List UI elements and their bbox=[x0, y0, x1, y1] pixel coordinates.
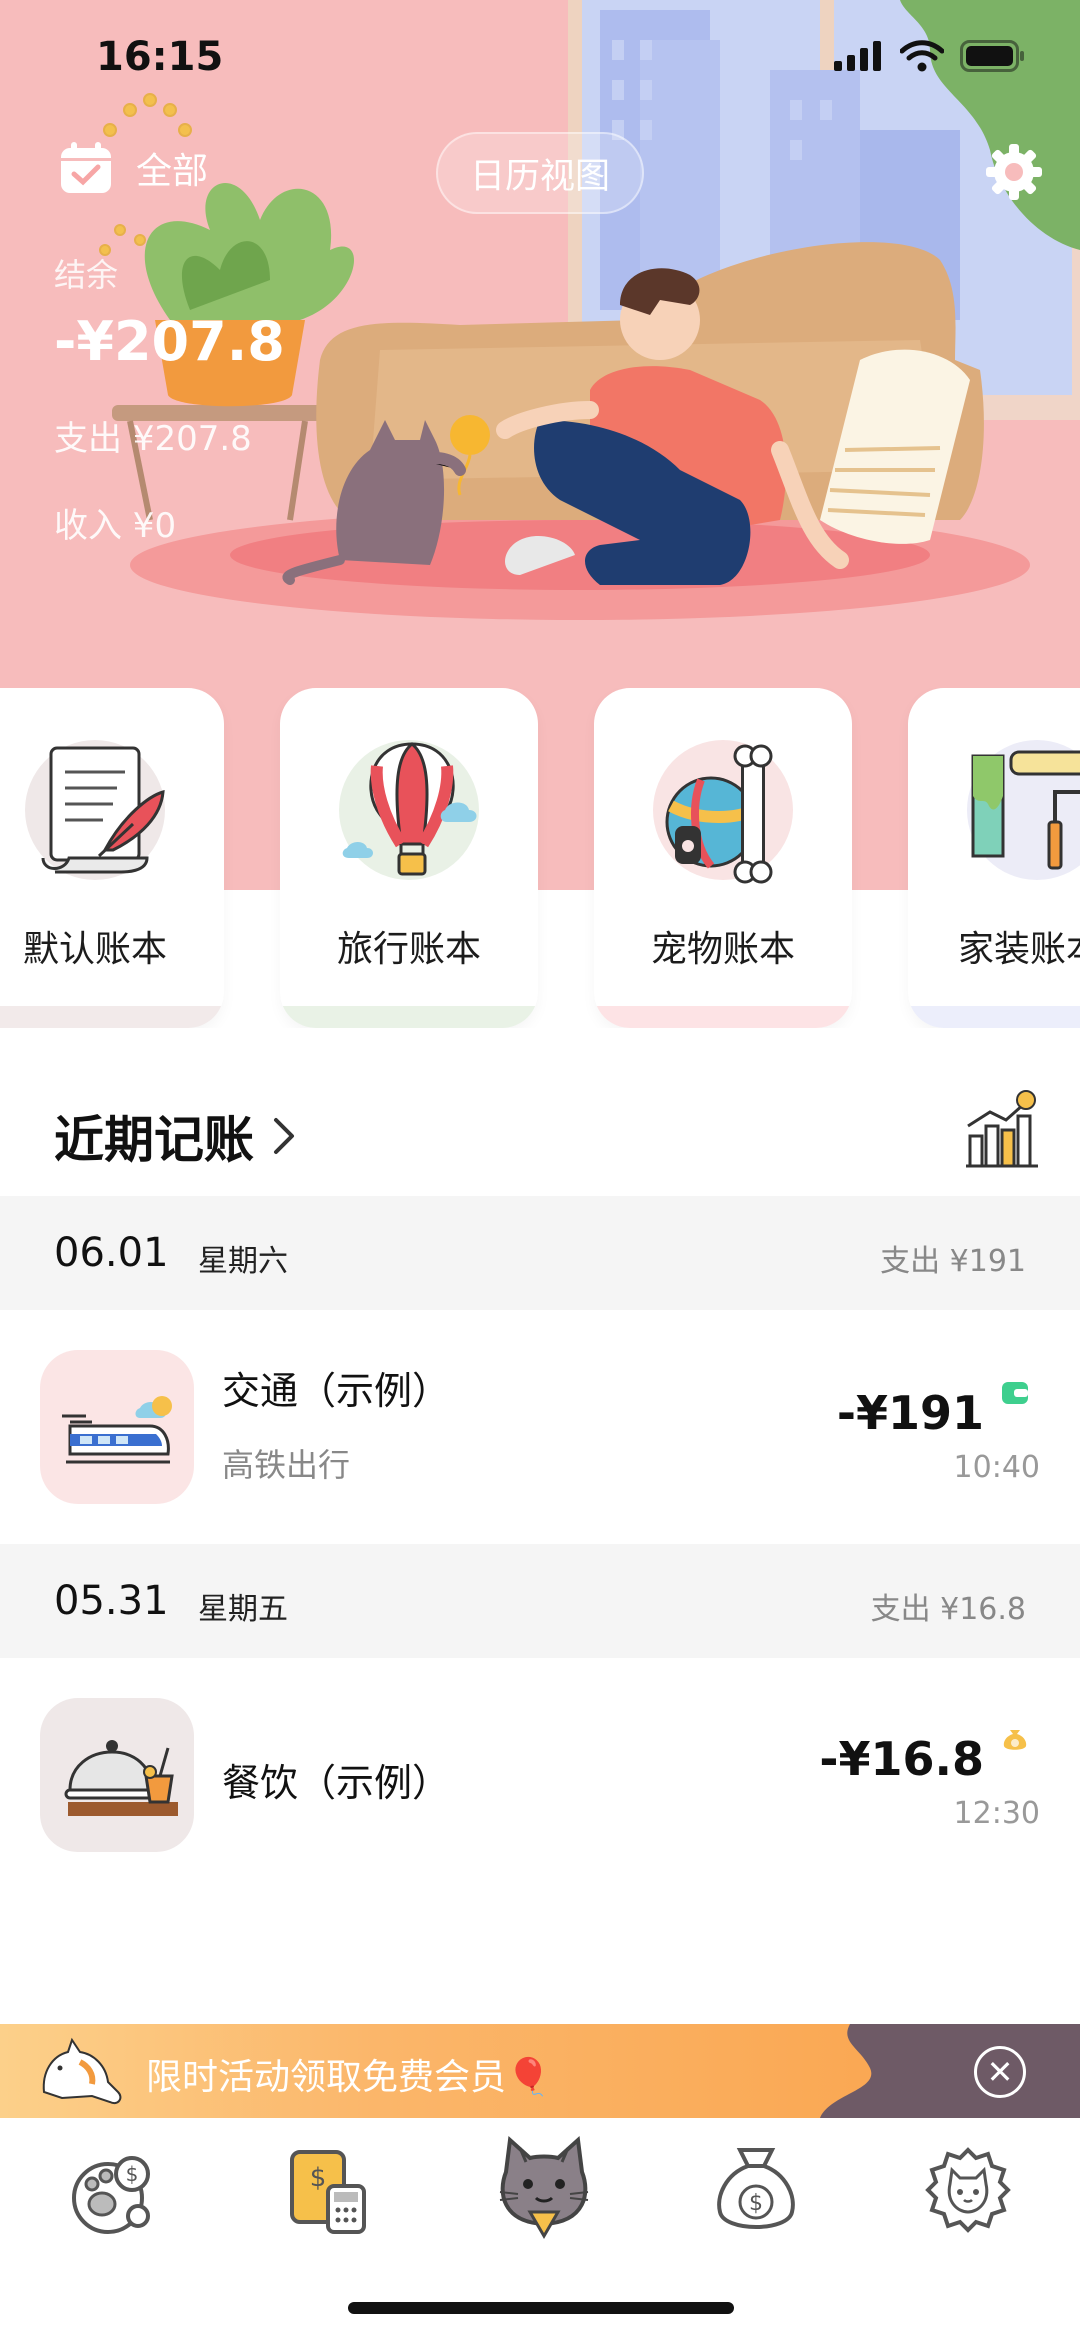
expense-summary: 支出 ¥207.8 bbox=[54, 419, 252, 459]
hot-air-balloon-icon bbox=[342, 742, 477, 876]
book-card-strip bbox=[280, 1006, 538, 1028]
book-switch[interactable]: 全部 bbox=[58, 140, 208, 196]
book-card-pet[interactable]: 宠物账本 bbox=[594, 688, 852, 1028]
book-card-travel[interactable]: 旅行账本 bbox=[280, 688, 538, 1028]
record-time: 10:40 bbox=[953, 1450, 1040, 1485]
money-bag-icon[interactable]: $ bbox=[706, 2140, 806, 2240]
svg-text:$: $ bbox=[749, 2191, 763, 2216]
group-weekday: 星期六 bbox=[198, 1244, 288, 1279]
cat-mascot-icon[interactable] bbox=[490, 2132, 598, 2240]
record-amount: -¥16.8 bbox=[819, 1732, 984, 1786]
balance-value: -¥207.8 bbox=[54, 310, 285, 373]
gear-icon[interactable] bbox=[982, 140, 1046, 204]
book-icon-bg bbox=[25, 740, 165, 880]
paint-roller-icon bbox=[971, 750, 1080, 870]
status-time: 16:15 bbox=[96, 34, 224, 80]
book-card-default[interactable]: 默认账本 bbox=[0, 688, 224, 1028]
cat-stretch-icon bbox=[42, 2037, 122, 2104]
train-icon bbox=[62, 1396, 172, 1464]
record-time: 12:30 bbox=[953, 1796, 1040, 1831]
record-category: 交通（示例） bbox=[222, 1369, 451, 1413]
wifi-icon bbox=[900, 40, 944, 72]
record-item[interactable]: 交通（示例） 高铁出行 -¥191 10:40 bbox=[0, 1310, 1080, 1544]
account-books-row: 默认账本 旅行账本 宠物账本 家装账 bbox=[0, 688, 1080, 1028]
book-card-name: 宠物账本 bbox=[650, 929, 795, 970]
promo-text: 限时活动领取免费会员🎈 bbox=[146, 2057, 551, 2098]
group-expense-summary: 支出 ¥16.8 bbox=[870, 1592, 1026, 1627]
book-card-strip bbox=[0, 1006, 224, 1028]
bar-chart-coin-icon[interactable] bbox=[960, 1090, 1040, 1170]
book-card-name: 旅行账本 bbox=[336, 929, 481, 970]
coin-bag-icon bbox=[1003, 1730, 1027, 1750]
status-bar: 16:15 bbox=[0, 0, 1080, 120]
book-card-strip bbox=[908, 1006, 1080, 1028]
record-icon-bg bbox=[40, 1698, 194, 1852]
calendar-view-button[interactable]: 日历视图 bbox=[436, 132, 644, 214]
book-card-name: 家装账本 bbox=[958, 929, 1080, 970]
home-indicator bbox=[348, 2302, 734, 2314]
book-switch-label: 全部 bbox=[136, 151, 209, 192]
bill-calculator-icon[interactable]: $ bbox=[278, 2140, 378, 2240]
record-item[interactable]: 餐饮（示例） -¥16.8 12:30 bbox=[0, 1658, 1080, 1892]
quill-scroll-icon bbox=[41, 746, 165, 874]
food-cloche-icon bbox=[64, 1740, 178, 1816]
book-card-home[interactable]: 家装账本 bbox=[908, 688, 1080, 1028]
book-icon-bg bbox=[653, 740, 793, 884]
income-summary: 收入 ¥0 bbox=[54, 506, 177, 546]
group-weekday: 星期五 bbox=[198, 1592, 288, 1627]
record-category: 餐饮（示例） bbox=[222, 1761, 451, 1805]
svg-text:$: $ bbox=[310, 2163, 327, 2193]
book-card-strip bbox=[594, 1006, 852, 1028]
record-note: 高铁出行 bbox=[222, 1446, 351, 1484]
balance-label: 结余 bbox=[54, 256, 119, 294]
recent-records-link[interactable]: 近期记账 bbox=[54, 1100, 296, 1172]
date-group-header: 06.01 星期六 支出 ¥191 bbox=[0, 1196, 1080, 1310]
record-amount: -¥191 bbox=[836, 1386, 984, 1440]
recent-records-title: 近期记账 bbox=[54, 1111, 254, 1169]
date-group-header: 05.31 星期五 支出 ¥16.8 bbox=[0, 1544, 1080, 1658]
balance-summary: 结余 -¥207.8 支出 ¥207.8 收入 ¥0 bbox=[54, 250, 285, 547]
promo-banner[interactable]: 限时活动领取免费会员🎈 ✕ bbox=[0, 2024, 1080, 2118]
group-expense-summary: 支出 ¥191 bbox=[880, 1244, 1026, 1279]
status-icons bbox=[834, 40, 1026, 72]
close-icon[interactable]: ✕ bbox=[974, 2046, 1026, 2098]
book-icon-bg bbox=[967, 740, 1080, 880]
calendar-check-icon bbox=[61, 142, 111, 193]
svg-text:$: $ bbox=[126, 2162, 139, 2186]
group-date: 05.31 bbox=[54, 1578, 169, 1624]
paw-coin-icon[interactable]: $ bbox=[62, 2140, 162, 2240]
wallet-icon bbox=[1002, 1382, 1028, 1404]
pet-ball-bone-icon bbox=[665, 744, 773, 884]
cat-gear-icon[interactable] bbox=[918, 2140, 1018, 2240]
book-card-name: 默认账本 bbox=[22, 929, 167, 970]
record-icon-bg bbox=[40, 1350, 194, 1504]
cellular-signal-icon bbox=[834, 41, 881, 71]
book-icon-bg bbox=[339, 740, 479, 880]
battery-icon bbox=[960, 40, 1024, 72]
group-date: 06.01 bbox=[54, 1230, 169, 1276]
chevron-right-icon bbox=[274, 1118, 294, 1154]
